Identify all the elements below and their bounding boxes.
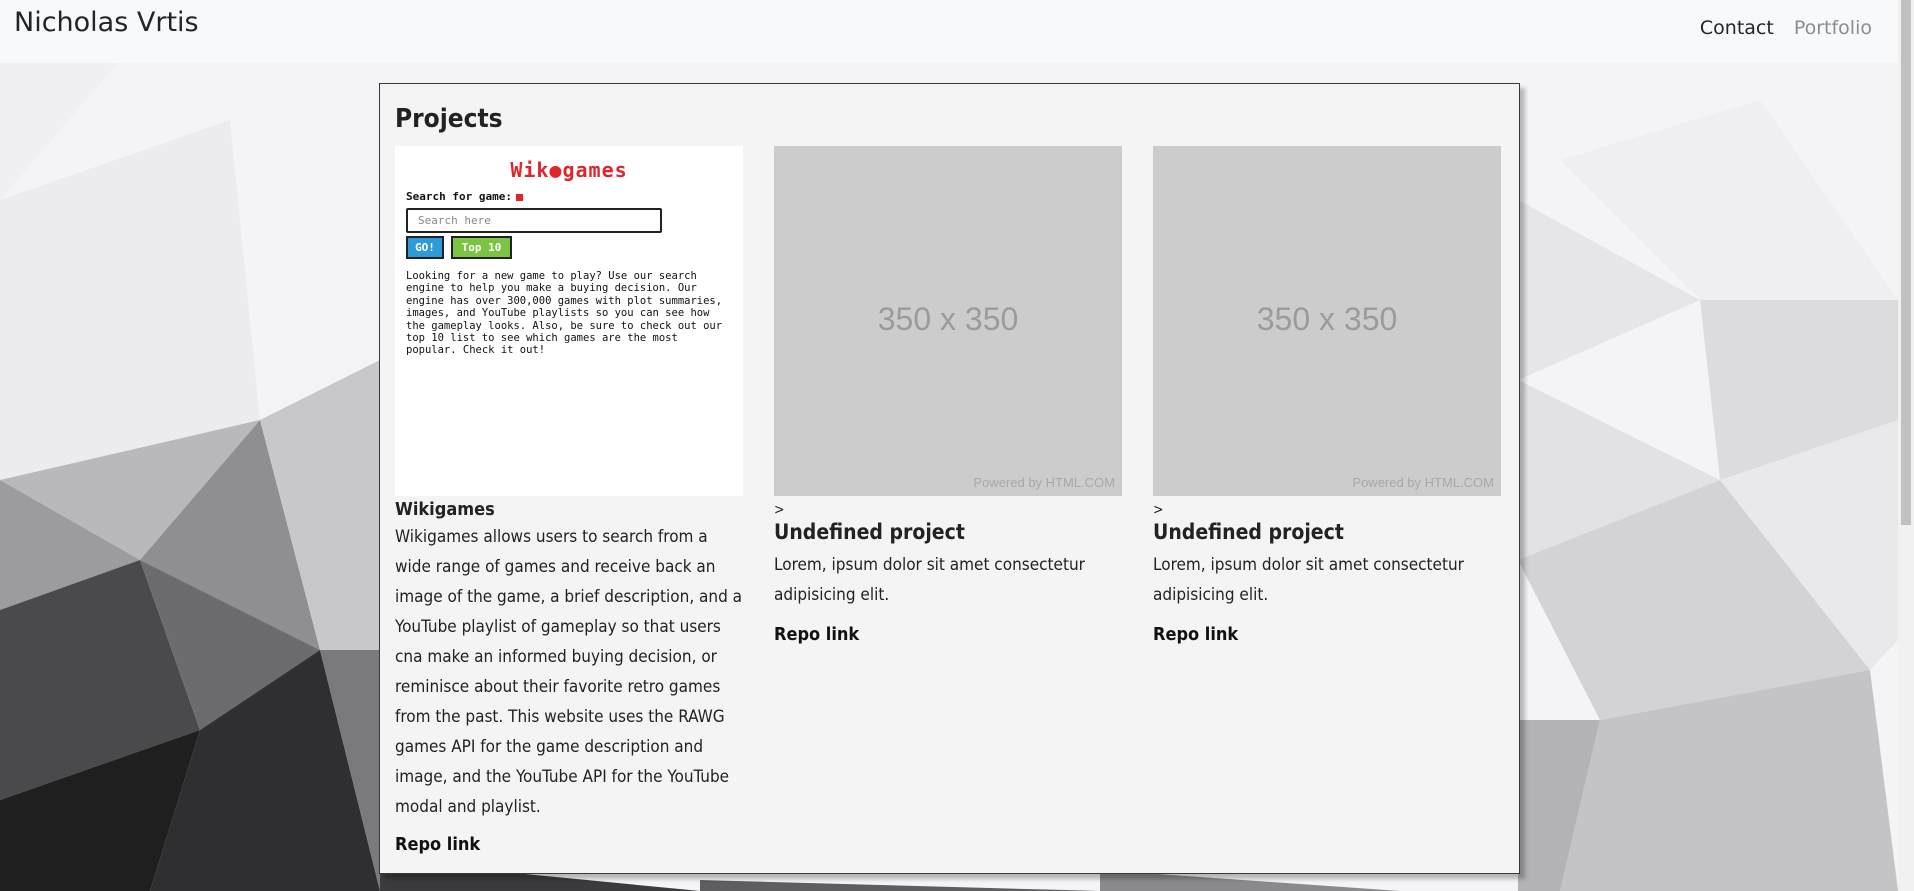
search-label-text: Search for game: (406, 190, 512, 203)
projects-panel: Projects Wik●games Search for game: Sear… (379, 83, 1520, 874)
repo-link[interactable]: Repo link (774, 624, 1122, 645)
wikigames-blurb: Looking for a new game to play? Use our … (406, 270, 723, 357)
wikigames-search-input: Search here (406, 208, 662, 233)
scrollbar-thumb[interactable] (1901, 0, 1911, 525)
page-scrollbar[interactable] (1898, 0, 1914, 891)
wikigames-logo: Wik●games (510, 158, 628, 182)
nav-link-contact[interactable]: Contact (1700, 17, 1774, 39)
project-title: Undefined project (1153, 520, 1344, 544)
nav-link-portfolio[interactable]: Portfolio (1794, 17, 1872, 39)
placeholder-image[interactable]: 350 x 350 Powered by HTML.COM (1153, 146, 1501, 496)
placeholder-size-text: 350 x 350 (1256, 301, 1398, 337)
project-description: Wikigames allows users to search from a … (395, 527, 743, 817)
project-description: Lorem, ipsum dolor sit amet consectetur … (1153, 555, 1464, 605)
placeholder-powered-by: Powered by HTML.COM (1352, 475, 1494, 490)
placeholder-image[interactable]: 350 x 350 Powered by HTML.COM (774, 146, 1122, 496)
nav-links: Contact Portfolio (1700, 17, 1872, 39)
chevron-right-icon: > (774, 502, 785, 518)
wikigames-go-button: GO! (406, 236, 444, 259)
wikigames-screenshot[interactable]: Wik●games Search for game: Search here G… (395, 146, 743, 496)
placeholder-powered-by: Powered by HTML.COM (973, 475, 1115, 490)
project-description: Lorem, ipsum dolor sit amet consectetur … (774, 555, 1085, 605)
wikigames-top10-button: Top 10 (451, 236, 512, 259)
project-name: Wikigames (395, 499, 495, 520)
project-card-placeholder-2: 350 x 350 Powered by HTML.COM > Undefine… (1153, 146, 1501, 645)
repo-link[interactable]: Repo link (395, 834, 743, 855)
project-title: Undefined project (774, 520, 965, 544)
top-navbar: Nicholas Vrtis Contact Portfolio (0, 0, 1898, 63)
chevron-right-icon: > (1153, 502, 1164, 518)
wikigames-search-label: Search for game: (406, 190, 523, 203)
placeholder-size-text: 350 x 350 (877, 301, 1019, 337)
wikigames-preview: Wik●games Search for game: Search here G… (395, 146, 743, 496)
project-card-wikigames: Wik●games Search for game: Search here G… (395, 146, 743, 855)
projects-title: Projects (395, 104, 503, 134)
red-square-icon (515, 193, 523, 201)
repo-link[interactable]: Repo link (1153, 624, 1501, 645)
project-card-placeholder-1: 350 x 350 Powered by HTML.COM > Undefine… (774, 146, 1122, 645)
brand-name[interactable]: Nicholas Vrtis (14, 7, 199, 38)
